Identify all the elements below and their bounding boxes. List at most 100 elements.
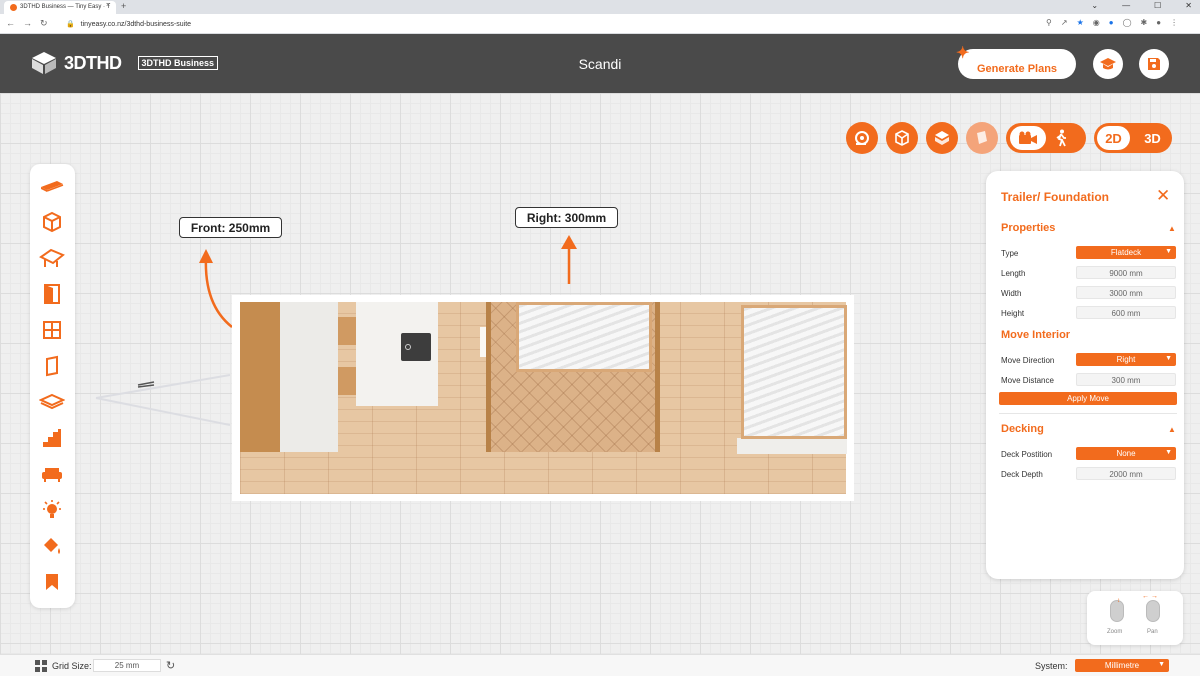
- maximize-icon[interactable]: ☐: [1154, 1, 1161, 10]
- deck-position-select[interactable]: None: [1076, 447, 1176, 460]
- star-icon[interactable]: ★: [1077, 18, 1084, 27]
- view-3d-box-button[interactable]: [886, 122, 918, 154]
- roof-tool[interactable]: [36, 242, 68, 274]
- length-label: Length: [1001, 269, 1026, 278]
- window-icon: [43, 321, 61, 339]
- floor-plan[interactable]: [232, 295, 854, 501]
- bedroom-wall-right: [655, 302, 660, 452]
- shelf-bottom[interactable]: [338, 367, 356, 395]
- deck-depth-input[interactable]: 2000 mm: [1076, 467, 1176, 480]
- box-view-icon: [895, 130, 909, 146]
- height-input[interactable]: 600 mm: [1076, 306, 1176, 319]
- extension-icons: ⚲ ↗ ★ ◉ ● ◯ ✱ ● ⋮: [1046, 18, 1178, 27]
- menu-dots-icon[interactable]: ⋮: [1170, 18, 1178, 27]
- bookmark-tool[interactable]: [36, 566, 68, 598]
- bench-top[interactable]: [280, 302, 338, 452]
- profile-icon[interactable]: ●: [1156, 18, 1161, 27]
- video-camera-icon: [1019, 131, 1037, 144]
- decking-section-title[interactable]: Decking: [1001, 423, 1044, 435]
- walk-mode-icon[interactable]: [1054, 129, 1068, 147]
- view-3d-option[interactable]: 3D: [1136, 126, 1169, 150]
- bed-platform: [737, 438, 847, 454]
- share-icon[interactable]: ↗: [1061, 18, 1068, 27]
- trailer-tool[interactable]: [36, 170, 68, 202]
- bed-two[interactable]: [741, 305, 847, 439]
- zoom-mouse-icon: ↕: [1110, 598, 1124, 622]
- new-tab-button[interactable]: +: [121, 1, 126, 11]
- browser-tab-title: 3DTHD Business — Tiny Easy · T: [20, 4, 111, 10]
- wall-cabinet[interactable]: [240, 302, 280, 452]
- right-measure-label: Right: 300mm: [515, 207, 618, 228]
- close-icon[interactable]: ✕: [1156, 186, 1170, 206]
- back-icon[interactable]: ←: [6, 18, 15, 29]
- browser-tab[interactable]: 3DTHD Business — Tiny Easy · T: [4, 1, 116, 14]
- address-bar: ← → ↻ 🔒 tinyeasy.co.nz/3dthd-business-su…: [0, 14, 1200, 34]
- bedroom-wall-left: [486, 302, 491, 452]
- close-window-icon[interactable]: ✕: [1185, 1, 1192, 10]
- sink-icon[interactable]: [401, 333, 431, 361]
- move-distance-input[interactable]: 300 mm: [1076, 373, 1176, 386]
- type-select[interactable]: Flatdeck: [1076, 246, 1176, 259]
- deck-depth-label: Deck Depth: [1001, 470, 1043, 479]
- reload-icon[interactable]: ↻: [40, 18, 48, 29]
- bookmark-icon: [46, 574, 58, 590]
- tutorial-button[interactable]: [1093, 49, 1123, 79]
- wall-panel-tool[interactable]: [36, 350, 68, 382]
- puzzle-icon[interactable]: ✱: [1141, 18, 1148, 27]
- generate-plans-button[interactable]: ✦ Generate Plans: [956, 45, 1076, 79]
- chevron-up-icon[interactable]: ▲: [1168, 425, 1176, 434]
- door-tool[interactable]: [36, 278, 68, 310]
- tab-search-icon[interactable]: ⌄: [1091, 1, 1098, 10]
- properties-section-title[interactable]: Properties: [1001, 222, 1055, 234]
- zoom-label: Zoom: [1107, 629, 1123, 635]
- roof-icon: [39, 248, 65, 267]
- save-button[interactable]: [1139, 49, 1169, 79]
- zoom-icon[interactable]: ⚲: [1046, 18, 1052, 27]
- view-side-button[interactable]: [966, 122, 998, 154]
- unit-system-select[interactable]: Millimetre: [1075, 659, 1169, 672]
- chevron-up-icon[interactable]: ▲: [1168, 224, 1176, 233]
- structure-tool[interactable]: [36, 206, 68, 238]
- paint-tool[interactable]: [36, 530, 68, 562]
- reset-grid-icon[interactable]: ↻: [166, 659, 175, 672]
- window-tool[interactable]: [36, 314, 68, 346]
- tape-measure-icon: [855, 131, 869, 145]
- shelf-top[interactable]: [338, 317, 356, 345]
- view-top-button[interactable]: [926, 122, 958, 154]
- ext-circle-icon[interactable]: ●: [1109, 18, 1114, 27]
- furniture-tool[interactable]: [36, 458, 68, 490]
- dimension-toggle[interactable]: 2D 3D: [1094, 123, 1172, 153]
- forward-icon[interactable]: →: [23, 18, 32, 29]
- url-text: tinyeasy.co.nz/3dthd-business-suite: [80, 21, 192, 28]
- grid-size-input[interactable]: 25 mm: [93, 659, 161, 672]
- length-input[interactable]: 9000 mm: [1076, 266, 1176, 279]
- left-toolbar: [30, 164, 75, 608]
- camera-ext-icon[interactable]: ◉: [1093, 18, 1100, 27]
- app-header: 3DTHD 3DTHD Business Scandi ✦ Generate P…: [0, 34, 1200, 93]
- ext-ring-icon[interactable]: ◯: [1123, 18, 1132, 27]
- zoom-pan-hint: ↕ ← → Zoom Pan: [1087, 591, 1183, 645]
- type-label: Type: [1001, 249, 1019, 258]
- camera-mode-toggle[interactable]: [1006, 123, 1086, 153]
- move-distance-label: Move Distance: [1001, 376, 1054, 385]
- view-2d-option[interactable]: 2D: [1097, 126, 1130, 150]
- move-direction-label: Move Direction: [1001, 356, 1055, 365]
- width-input[interactable]: 3000 mm: [1076, 286, 1176, 299]
- bed-one[interactable]: [516, 302, 652, 372]
- url-input[interactable]: 🔒 tinyeasy.co.nz/3dthd-business-suite: [56, 17, 1066, 31]
- minimize-icon[interactable]: —: [1122, 1, 1130, 10]
- lighting-tool[interactable]: [36, 494, 68, 526]
- stairs-tool[interactable]: [36, 422, 68, 454]
- apply-move-button[interactable]: Apply Move: [999, 392, 1177, 405]
- floor-tool[interactable]: [36, 386, 68, 418]
- tab-close-icon[interactable]: ×: [106, 2, 110, 9]
- window-controls: ⌄ — ☐ ✕: [1091, 1, 1192, 10]
- system-label: System:: [1035, 661, 1068, 671]
- deck-position-label: Deck Postition: [1001, 450, 1053, 459]
- properties-panel: Trailer/ Foundation ✕ Properties ▲ Type …: [986, 171, 1184, 579]
- move-direction-select[interactable]: Right: [1076, 353, 1176, 366]
- orbit-camera-option[interactable]: [1010, 126, 1046, 150]
- height-label: Height: [1001, 309, 1025, 318]
- side-view-icon: [977, 131, 987, 144]
- reset-view-button[interactable]: [846, 122, 878, 154]
